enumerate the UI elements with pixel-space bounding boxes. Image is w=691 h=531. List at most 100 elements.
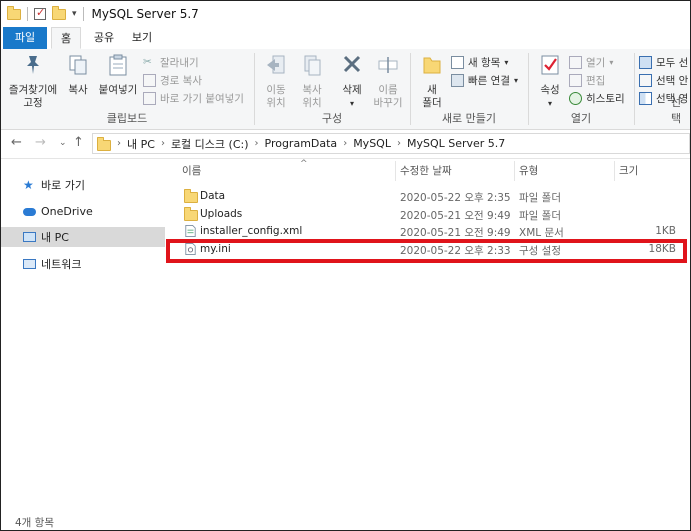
properties-icon bbox=[541, 55, 559, 75]
tab-file[interactable]: 파일 bbox=[3, 27, 47, 49]
organize-group: 이동 위치 복사 위치 삭제 ▾ 이름 바꾸기 구성 bbox=[255, 49, 409, 129]
nav-item-this-pc[interactable]: 내 PC bbox=[1, 227, 165, 247]
delete-button[interactable]: 삭제 ▾ bbox=[335, 53, 369, 110]
properties-icon[interactable] bbox=[34, 6, 46, 20]
recent-locations-chevron-icon[interactable]: ⌄ bbox=[59, 138, 67, 148]
file-name: Data bbox=[200, 190, 226, 202]
divider bbox=[395, 161, 396, 181]
delete-label: 삭제 bbox=[342, 84, 362, 96]
new-folder-icon[interactable] bbox=[52, 5, 66, 20]
nav-item-label: 내 PC bbox=[41, 231, 69, 244]
new-item-icon bbox=[451, 56, 464, 69]
table-row[interactable]: Data 2020-05-22 오후 2:35 파일 폴더 bbox=[166, 188, 690, 206]
tab-share[interactable]: 공유 bbox=[87, 27, 121, 49]
new-folder-icon bbox=[423, 57, 441, 74]
pin-label: 즐겨찾기에 고정 bbox=[8, 84, 58, 109]
divider bbox=[514, 161, 515, 181]
chevron-right-icon: › bbox=[254, 138, 259, 149]
folder-icon bbox=[7, 5, 21, 20]
navigation-pane: ★ 바로 가기 OneDrive 내 PC 네트워크 bbox=[1, 159, 165, 514]
status-bar: 4개 항목 bbox=[1, 514, 690, 530]
column-header-size[interactable]: 크기 bbox=[619, 163, 638, 181]
column-header-type[interactable]: 유형 bbox=[519, 163, 538, 181]
nav-item-network[interactable]: 네트워크 bbox=[1, 254, 165, 274]
breadcrumb-item[interactable]: 내 PC bbox=[127, 136, 155, 152]
open-group: 속성 ▾ 열기 ▾ 편집 히스토리 열기 bbox=[529, 49, 633, 129]
cut-button[interactable]: ✂ 잘라내기 bbox=[143, 55, 199, 70]
file-date: 2020-05-21 오전 9:49 bbox=[400, 210, 511, 222]
chevron-right-icon: › bbox=[343, 138, 348, 149]
copy-to-button[interactable]: 복사 위치 bbox=[295, 53, 329, 110]
properties-button[interactable]: 속성 ▾ bbox=[533, 53, 567, 110]
highlight-box bbox=[166, 239, 687, 263]
breadcrumb-item[interactable]: MySQL Server 5.7 bbox=[407, 137, 505, 150]
copy-icon bbox=[69, 55, 87, 75]
select-none-icon bbox=[639, 74, 652, 87]
new-item-button[interactable]: 새 항목 ▾ bbox=[451, 55, 508, 70]
window-title: MySQL Server 5.7 bbox=[91, 7, 199, 21]
customize-dropdown-icon[interactable]: ▾ bbox=[72, 9, 77, 19]
copy-to-label: 복사 위치 bbox=[302, 84, 322, 109]
easy-access-button[interactable]: 빠른 연결 ▾ bbox=[451, 73, 518, 88]
sort-ascending-icon: ^ bbox=[300, 159, 308, 169]
paste-shortcut-button[interactable]: 바로 가기 붙여넣기 bbox=[143, 91, 244, 106]
move-to-button[interactable]: 이동 위치 bbox=[259, 53, 293, 110]
title-bar: ▾ MySQL Server 5.7 bbox=[1, 1, 690, 27]
folder-icon bbox=[97, 136, 111, 151]
nav-item-label: 네트워크 bbox=[41, 258, 82, 271]
select-none-label: 선택 안 bbox=[656, 75, 689, 87]
nav-item-quick-access[interactable]: ★ 바로 가기 bbox=[1, 175, 165, 195]
path-icon bbox=[143, 74, 156, 87]
column-header-date[interactable]: 수정한 날짜 bbox=[400, 163, 452, 181]
properties-label: 속성 bbox=[540, 84, 560, 96]
up-arrow-icon[interactable]: ↑ bbox=[73, 135, 84, 150]
address-bar[interactable]: › 내 PC › 로컬 디스크 (C:) › ProgramData › MyS… bbox=[92, 133, 690, 154]
open-label: 열기 bbox=[586, 57, 606, 69]
organize-group-label: 구성 bbox=[321, 112, 343, 125]
paste-shortcut-label: 바로 가기 붙여넣기 bbox=[160, 93, 244, 105]
breadcrumb: › 내 PC › 로컬 디스크 (C:) › ProgramData › MyS… bbox=[111, 136, 505, 152]
open-button[interactable]: 열기 ▾ bbox=[569, 55, 613, 70]
delete-dropdown-icon[interactable]: ▾ bbox=[335, 97, 369, 110]
column-header-name[interactable]: 이름 ^ bbox=[182, 159, 308, 181]
item-count: 4개 항목 bbox=[15, 517, 54, 529]
select-all-button[interactable]: 모두 선 bbox=[639, 55, 688, 70]
rename-button[interactable]: 이름 바꾸기 bbox=[371, 53, 405, 110]
quick-access-toolbar: ▾ bbox=[7, 5, 84, 21]
edit-button[interactable]: 편집 bbox=[569, 73, 605, 88]
select-none-button[interactable]: 선택 안 bbox=[639, 73, 688, 88]
move-to-label: 이동 위치 bbox=[266, 84, 286, 109]
file-type: 파일 폴더 bbox=[519, 210, 561, 222]
nav-item-onedrive[interactable]: OneDrive bbox=[1, 201, 165, 221]
file-type: 파일 폴더 bbox=[519, 192, 561, 204]
properties-dropdown-icon[interactable]: ▾ bbox=[533, 97, 567, 110]
chevron-right-icon: › bbox=[396, 138, 401, 149]
clipboard-group: 즐겨찾기에 고정 복사 붙여넣기 ✂ 잘라내기 경로 복사 바로 가기 붙여넣기… bbox=[1, 49, 253, 129]
copy-button[interactable]: 복사 bbox=[63, 53, 93, 97]
table-row[interactable]: Uploads 2020-05-21 오전 9:49 파일 폴더 bbox=[166, 206, 690, 224]
paste-button[interactable]: 붙여넣기 bbox=[95, 53, 141, 97]
history-button[interactable]: 히스토리 bbox=[569, 91, 625, 106]
tab-home[interactable]: 홈 bbox=[51, 27, 81, 49]
pin-button[interactable]: 즐겨찾기에 고정 bbox=[5, 53, 61, 110]
copy-label: 복사 bbox=[68, 84, 88, 96]
breadcrumb-item[interactable]: ProgramData bbox=[265, 137, 338, 150]
new-folder-button[interactable]: 새 폴더 bbox=[415, 53, 449, 110]
copy-path-button[interactable]: 경로 복사 bbox=[143, 73, 202, 88]
select-group-label: 선택 bbox=[671, 96, 682, 125]
cloud-icon bbox=[23, 208, 36, 216]
cut-label: 잘라내기 bbox=[160, 57, 199, 69]
divider bbox=[27, 7, 28, 21]
back-arrow-icon[interactable]: ← bbox=[11, 135, 22, 150]
rename-label: 이름 바꾸기 bbox=[373, 84, 403, 109]
clipboard-group-label: 클립보드 bbox=[106, 112, 148, 125]
file-list: 이름 ^ 수정한 날짜 유형 크기 Data 2020-05-22 오후 2:3… bbox=[166, 159, 690, 514]
file-name: Uploads bbox=[200, 208, 243, 220]
tab-view[interactable]: 보기 bbox=[125, 27, 159, 49]
divider bbox=[82, 7, 84, 21]
forward-arrow-icon[interactable]: → bbox=[35, 135, 46, 150]
breadcrumb-item[interactable]: MySQL bbox=[353, 137, 391, 150]
open-icon bbox=[569, 56, 582, 69]
breadcrumb-item[interactable]: 로컬 디스크 (C:) bbox=[171, 136, 249, 152]
history-label: 히스토리 bbox=[586, 93, 625, 105]
